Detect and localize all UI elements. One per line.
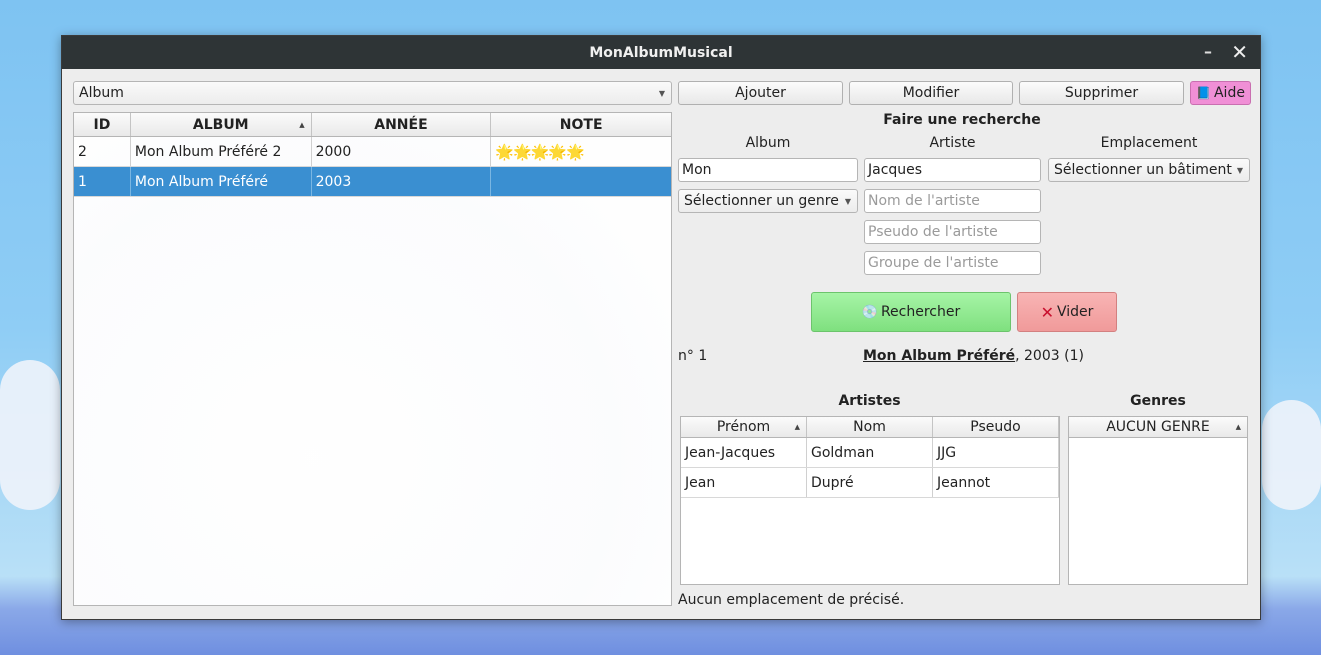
vider-button[interactable]: ✕ Vider	[1017, 292, 1117, 332]
album-table: ID ALBUM ▲ ANNÉE NOTE 2 Mon Album Préfér…	[73, 112, 672, 606]
column-header-album[interactable]: ALBUM ▲	[131, 113, 312, 136]
cell-annee: 2003	[312, 167, 492, 196]
close-icon[interactable]: ✕	[1231, 40, 1248, 64]
emplacement-select[interactable]: Sélectionner un bâtiment ▼	[1048, 158, 1250, 182]
background-cloud	[1262, 400, 1321, 510]
genres-table: AUCUN GENRE ▲	[1068, 416, 1248, 585]
supprimer-button[interactable]: Supprimer	[1019, 81, 1184, 105]
album-detail-title: Mon Album Préféré, 2003 (1)	[863, 348, 1084, 364]
category-select-value: Album	[79, 85, 124, 101]
cell-annee: 2000	[312, 137, 492, 166]
rechercher-label: Rechercher	[880, 304, 961, 320]
nom-artiste-input[interactable]: Nom de l'artiste	[864, 189, 1041, 213]
album-detail-link[interactable]: Mon Album Préféré	[863, 348, 1015, 364]
column-header-prenom[interactable]: Prénom ▲	[681, 417, 807, 437]
genre-select-value: Sélectionner un genre	[684, 193, 839, 209]
title-bar: MonAlbumMusical – ✕	[62, 36, 1260, 69]
column-header-nom[interactable]: Nom	[807, 417, 933, 437]
column-header-genre[interactable]: AUCUN GENRE ▲	[1069, 417, 1247, 437]
rechercher-button[interactable]: 💿 Rechercher	[811, 292, 1011, 332]
column-header-note[interactable]: NOTE	[491, 113, 671, 136]
cell-nom: Goldman	[807, 438, 933, 467]
column-header-genre-label: AUCUN GENRE	[1106, 419, 1210, 435]
aide-label: Aide	[1213, 85, 1245, 101]
cell-nom: Dupré	[807, 468, 933, 497]
close-icon: ✕	[1040, 302, 1054, 322]
table-row-selected[interactable]: 1 Mon Album Préféré 2003	[74, 167, 671, 197]
aide-button[interactable]: 📘 Aide	[1190, 81, 1251, 105]
album-number: n° 1	[678, 348, 708, 364]
table-row[interactable]: Jean Dupré Jeannot	[681, 468, 1059, 498]
cell-pseudo: JJG	[933, 438, 1059, 467]
cell-pseudo: Jeannot	[933, 468, 1059, 497]
book-icon: 📘	[1196, 86, 1211, 100]
cell-id: 2	[74, 137, 131, 166]
groupe-artiste-input[interactable]: Groupe de l'artiste	[864, 251, 1041, 275]
rating-stars: 🌟🌟🌟🌟🌟	[495, 142, 584, 161]
column-header-album-label: ALBUM	[192, 116, 249, 133]
table-row[interactable]: Jean-Jacques Goldman JJG	[681, 438, 1059, 468]
cell-note	[491, 167, 671, 196]
cell-album: Mon Album Préféré 2	[131, 137, 312, 166]
column-header-pseudo[interactable]: Pseudo	[933, 417, 1059, 437]
sort-ascending-icon: ▲	[299, 120, 305, 129]
search-title: Faire une recherche	[883, 112, 1041, 128]
chevron-down-icon: ▼	[1236, 165, 1243, 175]
column-header-id[interactable]: ID	[74, 113, 131, 136]
genre-select[interactable]: Sélectionner un genre ▼	[678, 189, 858, 213]
sort-ascending-icon: ▲	[1235, 423, 1241, 431]
pseudo-artiste-input[interactable]: Pseudo de l'artiste	[864, 220, 1041, 244]
sort-ascending-icon: ▲	[794, 423, 800, 431]
album-search-input[interactable]: Mon	[678, 158, 858, 182]
genres-table-header: AUCUN GENRE ▲	[1069, 417, 1247, 438]
chevron-down-icon: ▼	[844, 196, 851, 206]
app-window: MonAlbumMusical – ✕ Album ▼ ID ALBUM ▲ A…	[61, 35, 1261, 620]
cell-prenom: Jean-Jacques	[681, 438, 807, 467]
genres-title: Genres	[1130, 393, 1186, 409]
artiste-search-input[interactable]: Jacques	[864, 158, 1041, 182]
artiste-label: Artiste	[929, 135, 976, 151]
cell-id: 1	[74, 167, 131, 196]
ajouter-button[interactable]: Ajouter	[678, 81, 843, 105]
cell-prenom: Jean	[681, 468, 807, 497]
modifier-button[interactable]: Modifier	[849, 81, 1013, 105]
table-row[interactable]: 2 Mon Album Préféré 2 2000 🌟🌟🌟🌟🌟	[74, 137, 671, 167]
minimize-icon[interactable]: –	[1204, 42, 1212, 61]
artists-table: Prénom ▲ Nom Pseudo Jean-Jacques Goldman…	[680, 416, 1060, 585]
column-header-prenom-label: Prénom	[716, 419, 771, 435]
emplacement-status: Aucun emplacement de précisé.	[678, 592, 905, 608]
emplacement-select-value: Sélectionner un bâtiment	[1054, 162, 1232, 178]
album-detail-suffix: , 2003 (1)	[1015, 348, 1084, 364]
background-cloud	[0, 360, 60, 510]
artistes-title: Artistes	[838, 393, 901, 409]
vider-label: Vider	[1056, 304, 1094, 320]
album-table-header: ID ALBUM ▲ ANNÉE NOTE	[74, 113, 671, 137]
album-label: Album	[745, 135, 791, 151]
artists-table-header: Prénom ▲ Nom Pseudo	[681, 417, 1059, 438]
emplacement-label: Emplacement	[1100, 135, 1198, 151]
column-header-annee[interactable]: ANNÉE	[312, 113, 492, 136]
cell-album: Mon Album Préféré	[131, 167, 312, 196]
disc-icon: 💿	[861, 304, 878, 320]
chevron-down-icon: ▼	[658, 88, 665, 98]
window-title: MonAlbumMusical	[589, 44, 733, 61]
category-select[interactable]: Album ▼	[73, 81, 672, 105]
